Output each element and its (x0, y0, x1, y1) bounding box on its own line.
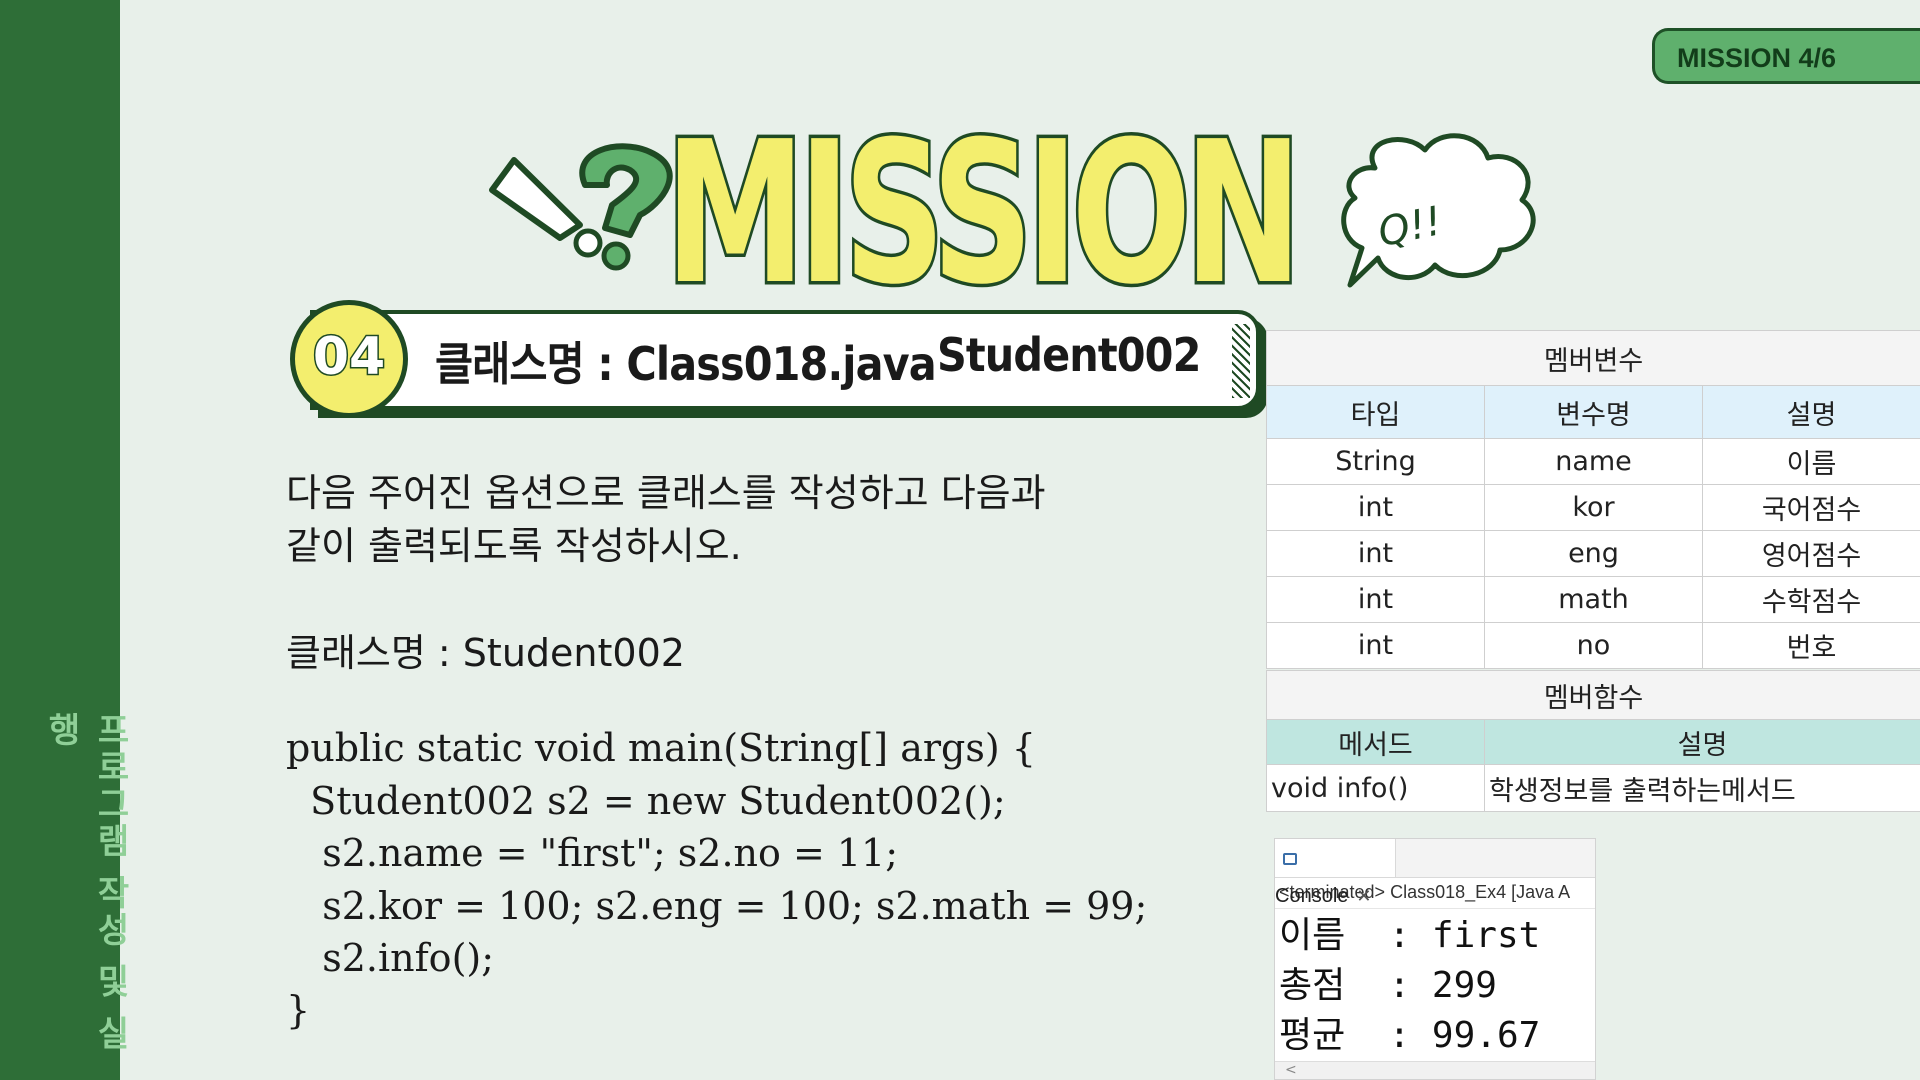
column-header: 메서드 (1266, 719, 1485, 765)
instruction-line-1: 다음 주어진 옵션으로 클래스를 작성하고 다음과 (286, 471, 1046, 515)
console-line: 평균 : 99.67 (1279, 1015, 1541, 1056)
console-line: 이름 : first (1279, 915, 1541, 956)
description-cell: 수학점수 (1701, 576, 1920, 623)
console-panel: Console ✕ <terminated> Class018_Ex4 [Java… (1274, 838, 1596, 1080)
code-line: s2.kor = 100; s2.eng = 100; s2.math = 99… (286, 884, 1148, 928)
speech-bubble-icon: Q!! (1341, 133, 1536, 288)
console-tab-label: Console (1275, 885, 1349, 907)
description-cell: 국어점수 (1701, 484, 1920, 531)
variable-cell: no (1484, 622, 1703, 669)
table-row: int math 수학점수 (1266, 576, 1920, 623)
class-file-label: 클래스명 : Class018.java (435, 337, 937, 391)
code-line: Student002 s2 = new Student002(); (286, 779, 1006, 823)
console-icon (1283, 853, 1297, 865)
table-row: String name 이름 (1266, 438, 1920, 485)
student-class-label: 클래스명 : Student002 (286, 631, 685, 675)
class-name-label: Student002 (937, 328, 1201, 382)
horizontal-scrollbar[interactable]: < (1275, 1061, 1595, 1079)
type-cell: String (1266, 438, 1485, 485)
variable-cell: kor (1484, 484, 1703, 531)
close-icon[interactable]: ✕ (1356, 886, 1371, 906)
column-header: 설명 (1484, 719, 1920, 765)
member-table-title: 멤버변수 (1265, 330, 1920, 386)
variable-cell: name (1484, 438, 1703, 485)
description-cell: 학생정보를 출력하는메서드 (1484, 764, 1920, 812)
type-cell: int (1266, 530, 1485, 577)
code-line: } (286, 988, 311, 1032)
console-output[interactable]: 이름 : first 총점 : 299 평균 : 99.67 (1275, 909, 1595, 1061)
table-row: int no 번호 (1266, 622, 1920, 669)
type-cell: int (1266, 622, 1485, 669)
table-row: int kor 국어점수 (1266, 484, 1920, 531)
column-header: 설명 (1701, 385, 1920, 439)
description-cell: 영어점수 (1701, 530, 1920, 577)
tab-console[interactable]: Console ✕ (1275, 839, 1396, 907)
type-cell: int (1266, 576, 1485, 623)
table-row: int eng 영어점수 (1266, 530, 1920, 577)
method-cell: void info() (1266, 764, 1485, 812)
hatch-decoration (1232, 324, 1250, 398)
member-function-table: 멤버함수 메서드 설명 void info() 학생정보를 출력하는메서드 (1266, 670, 1920, 812)
description-cell: 번호 (1701, 622, 1920, 669)
table-row: void info() 학생정보를 출력하는메서드 (1266, 764, 1920, 812)
code-line: s2.info(); (286, 936, 495, 980)
code-line: public static void main(String[] args) { (286, 726, 1036, 770)
mission-number: 04 (290, 300, 408, 418)
type-cell: int (1266, 484, 1485, 531)
console-tabbar: Console ✕ (1275, 839, 1595, 907)
function-table-title: 멤버함수 (1266, 670, 1920, 720)
variable-cell: eng (1484, 530, 1703, 577)
console-line: 총점 : 299 (1279, 965, 1497, 1006)
member-variable-table: 멤버변수 타입 변수명 설명 String name 이름 int kor 국어… (1265, 330, 1920, 669)
column-header: 변수명 (1484, 385, 1703, 439)
instruction-line-2: 같이 출력되도록 작성하시오. (286, 524, 742, 568)
description-cell: 이름 (1701, 438, 1920, 485)
variable-cell: math (1484, 576, 1703, 623)
code-line: s2.name = "first"; s2.no = 11; (286, 831, 899, 875)
column-header: 타입 (1266, 385, 1485, 439)
mission-title: MISSION (662, 100, 1304, 328)
